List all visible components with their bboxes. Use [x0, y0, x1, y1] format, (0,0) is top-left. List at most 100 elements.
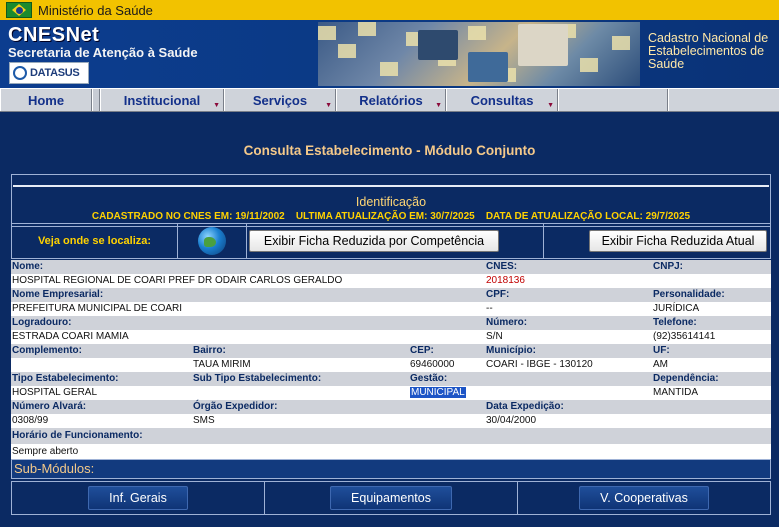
menu-relatorios[interactable]: Relatórios ▼	[336, 89, 446, 111]
cadastro-nacional-title: Cadastro Nacional de Estabelecimentos de…	[648, 31, 769, 71]
page-title: Consulta Estabelecimento - Módulo Conjun…	[243, 143, 536, 158]
uf-label: UF:	[653, 345, 670, 356]
dependencia-value: MANTIDA	[653, 387, 698, 398]
inf-gerais-button[interactable]: Inf. Gerais	[88, 486, 188, 510]
submodulos-heading: Sub-Módulos:	[11, 459, 771, 479]
globe-icon	[198, 227, 226, 255]
dropdown-caret-icon: ▼	[213, 102, 220, 109]
gestao-label: Gestão:	[410, 373, 448, 384]
alvara-label: Número Alvará:	[12, 401, 87, 412]
cep-label: CEP:	[410, 345, 434, 356]
nome-label: Nome:	[12, 261, 44, 272]
complemento-label: Complemento:	[12, 345, 82, 356]
horario-value: Sempre aberto	[12, 446, 79, 457]
v-cooperativas-button[interactable]: V. Cooperativas	[579, 486, 709, 510]
table-row: Número Alvará: Órgão Expedidor: Data Exp…	[11, 400, 771, 414]
ficha-competencia-button[interactable]: Exibir Ficha Reduzida por Competência	[249, 230, 499, 252]
menu-empty-slot	[558, 89, 668, 111]
numero-label: Número:	[486, 317, 528, 328]
datasus-logo-icon	[13, 66, 27, 80]
personalidade-value: JURÍDICA	[653, 303, 700, 314]
uf-value: AM	[653, 359, 668, 370]
divider	[13, 185, 769, 187]
horario-label: Horário de Funcionamento:	[12, 430, 143, 441]
logradouro-value: ESTRADA COARI MAMIA	[12, 331, 129, 342]
numero-value: S/N	[486, 331, 503, 342]
cpf-label: CPF:	[486, 289, 510, 300]
dependencia-label: Dependência:	[653, 373, 719, 384]
table-row: HOSPITAL REGIONAL DE COARI PREF DR ODAIR…	[11, 274, 771, 288]
table-row: Nome Empresarial: CPF: Personalidade:	[11, 288, 771, 302]
bairro-label: Bairro:	[193, 345, 226, 356]
equipamentos-button[interactable]: Equipamentos	[330, 486, 452, 510]
table-row: Tipo Estabelecimento: Sub Tipo Estabelec…	[11, 372, 771, 386]
ministry-name[interactable]: Ministério da Saúde	[38, 3, 153, 18]
menu-home[interactable]: Home	[0, 89, 92, 111]
tipo-label: Tipo Estabelecimento:	[12, 373, 119, 384]
location-row: Veja onde se localiza: Exibir Ficha Redu…	[11, 223, 771, 259]
municipio-label: Município:	[486, 345, 536, 356]
datasus-logo[interactable]: DATASUS	[9, 62, 89, 84]
tipo-value: HOSPITAL GERAL	[12, 387, 98, 398]
submodulo-slot: V. Cooperativas	[518, 482, 770, 514]
table-row: HOSPITAL GERAL MUNICIPAL MANTIDA	[11, 386, 771, 400]
table-row: Horário de Funcionamento:	[11, 428, 771, 444]
table-row: Sempre aberto	[11, 444, 771, 460]
menu-consultas[interactable]: Consultas ▼	[446, 89, 558, 111]
logradouro-label: Logradouro:	[12, 317, 72, 328]
identificacao-panel: Identificação CADASTRADO NO CNES EM: 19/…	[11, 174, 771, 227]
divider	[543, 224, 544, 258]
alvara-value: 0308/99	[12, 415, 49, 426]
menu-filler	[668, 89, 779, 111]
menu-institucional[interactable]: Institucional ▼	[100, 89, 224, 111]
brand: CNESNet Secretaria de Atenção à Saúde	[8, 24, 198, 60]
data-expedicao-value: 30/04/2000	[486, 415, 537, 426]
cnes-value: 2018136	[486, 275, 525, 286]
gestao-value[interactable]: MUNICIPAL	[410, 386, 466, 400]
gestao-selected-text: MUNICIPAL	[410, 387, 466, 398]
personalidade-label: Personalidade:	[653, 289, 725, 300]
menu-servicos[interactable]: Serviços ▼	[224, 89, 336, 111]
main-menu: Home Institucional ▼ Serviços ▼ Relatóri…	[0, 88, 779, 112]
ficha-atual-button[interactable]: Exibir Ficha Reduzida Atual	[589, 230, 767, 252]
submodulo-slot: Inf. Gerais	[12, 482, 265, 514]
nome-value: HOSPITAL REGIONAL DE COARI PREF DR ODAIR…	[12, 275, 343, 286]
nome-empresarial-value: PREFEITURA MUNICIPAL DE COARI	[12, 303, 183, 314]
site-title[interactable]: CNESNet	[8, 24, 198, 47]
table-row: ESTRADA COARI MAMIA S/N (92)35614141	[11, 330, 771, 344]
identificacao-heading: Identificação	[355, 195, 427, 209]
table-row: Complemento: Bairro: CEP: Município: UF:	[11, 344, 771, 358]
veja-onde-label: Veja onde se localiza:	[37, 235, 152, 247]
dropdown-caret-icon: ▼	[547, 102, 554, 109]
table-row: Logradouro: Número: Telefone:	[11, 316, 771, 330]
brazil-flag-icon	[6, 2, 32, 18]
cpf-value: --	[486, 303, 493, 314]
orgao-value: SMS	[193, 415, 215, 426]
header-banner-image	[318, 22, 640, 86]
bairro-value: TAUA MIRIM	[193, 359, 251, 370]
table-row: TAUA MIRIM 69460000 COARI - IBGE - 13012…	[11, 358, 771, 372]
site-header: CNESNet Secretaria de Atenção à Saúde DA…	[0, 20, 779, 88]
municipio-value: COARI - IBGE - 130120	[486, 359, 593, 370]
table-row: Nome: CNES: CNPJ:	[11, 260, 771, 274]
subtipo-label: Sub Tipo Estabelecimento:	[193, 373, 322, 384]
cnes-label: CNES:	[486, 261, 518, 272]
data-expedicao-label: Data Expedição:	[486, 401, 564, 412]
map-link[interactable]	[177, 224, 247, 258]
table-row: PREFEITURA MUNICIPAL DE COARI -- JURÍDIC…	[11, 302, 771, 316]
dropdown-caret-icon: ▼	[435, 102, 442, 109]
dropdown-caret-icon: ▼	[325, 102, 332, 109]
cnpj-label: CNPJ:	[653, 261, 684, 272]
orgao-label: Órgão Expedidor:	[193, 401, 278, 412]
nome-empresarial-label: Nome Empresarial:	[12, 289, 104, 300]
datasus-logo-text: DATASUS	[30, 67, 80, 79]
submodulos-bar: Inf. Gerais Equipamentos V. Cooperativas	[11, 481, 771, 515]
registration-dates: CADASTRADO NO CNES EM: 19/11/2002 ULTIMA…	[91, 211, 691, 222]
gov-bar: Ministério da Saúde	[0, 0, 779, 20]
telefone-value: (92)35614141	[653, 331, 716, 342]
telefone-label: Telefone:	[653, 317, 697, 328]
establishment-details: Nome: CNES: CNPJ: HOSPITAL REGIONAL DE C…	[11, 260, 771, 460]
cep-value: 69460000	[410, 359, 455, 370]
site-subtitle: Secretaria de Atenção à Saúde	[8, 45, 198, 60]
table-row: 0308/99 SMS 30/04/2000	[11, 414, 771, 428]
